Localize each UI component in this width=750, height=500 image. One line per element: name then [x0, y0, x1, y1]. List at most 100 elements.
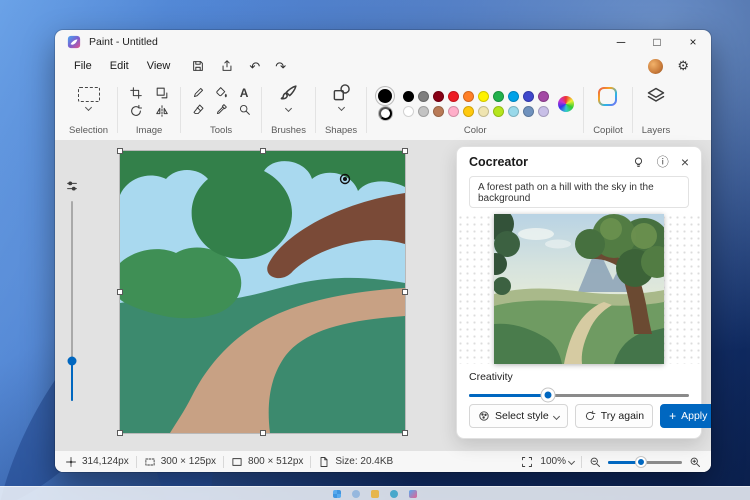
resize-button[interactable] — [153, 86, 171, 100]
maximize-button[interactable]: □ — [639, 30, 675, 54]
selection-handle[interactable] — [402, 430, 408, 436]
taskbar[interactable] — [0, 486, 750, 500]
color-swatch[interactable] — [508, 106, 519, 117]
minimize-button[interactable]: ─ — [603, 30, 639, 54]
settings-gear-icon[interactable]: ⚙ — [677, 58, 689, 74]
selection-size-value: 300 × 125px — [161, 456, 216, 467]
try-again-button[interactable]: Try again — [575, 404, 653, 428]
apply-button[interactable]: + Apply — [660, 404, 711, 428]
prompt-input[interactable]: A forest path on a hill with the sky in … — [469, 176, 689, 208]
taskbar-start-icon[interactable] — [333, 490, 341, 498]
color-swatch[interactable] — [403, 106, 414, 117]
menu-edit[interactable]: Edit — [101, 57, 138, 75]
selection-handle[interactable] — [117, 430, 123, 436]
color-swatch[interactable] — [448, 106, 459, 117]
flip-button[interactable] — [153, 104, 171, 118]
selection-handle[interactable] — [260, 430, 266, 436]
color-swatch[interactable] — [493, 91, 504, 102]
color-swatch[interactable] — [448, 91, 459, 102]
zoom-level-dropdown[interactable]: 100% — [540, 456, 574, 467]
color-swatch[interactable] — [463, 106, 474, 117]
taskbar-edge-icon[interactable] — [390, 490, 398, 498]
eraser-tool[interactable] — [190, 103, 206, 116]
brush-icon — [279, 83, 299, 103]
lightbulb-icon[interactable] — [632, 156, 645, 169]
account-avatar[interactable] — [648, 59, 663, 74]
color-swatch[interactable] — [433, 106, 444, 117]
rotate-button[interactable] — [127, 104, 145, 118]
color-swatch[interactable] — [538, 106, 549, 117]
color-swatch[interactable] — [433, 91, 444, 102]
selection-handle[interactable] — [402, 289, 408, 295]
pencil-tool[interactable] — [190, 86, 206, 99]
selection-tool-button[interactable] — [78, 83, 100, 110]
color-swatch[interactable] — [478, 91, 489, 102]
creativity-thumb-pos — [548, 395, 561, 408]
selection-size: 300 × 125px — [144, 456, 216, 468]
brushes-button[interactable] — [279, 83, 299, 111]
brush-size-slider[interactable] — [63, 179, 81, 405]
cocreator-header-icons: ⓘ × — [632, 155, 689, 169]
share-button[interactable] — [220, 59, 234, 73]
background-color[interactable] — [379, 107, 392, 120]
generated-image[interactable] — [494, 214, 664, 364]
cursor-position-value: 314,124px — [82, 456, 129, 467]
color-swatch[interactable] — [523, 91, 534, 102]
selection-handle[interactable] — [117, 148, 123, 154]
color-swatch[interactable] — [403, 91, 414, 102]
redo-button[interactable]: ↷ — [275, 60, 286, 73]
color-swatch[interactable] — [523, 106, 534, 117]
zoom-out-button[interactable] — [589, 456, 601, 468]
magnifier-tool[interactable] — [236, 103, 252, 116]
info-icon[interactable]: ⓘ — [657, 156, 669, 168]
selection-handle[interactable] — [117, 289, 123, 295]
eyedropper-tool[interactable] — [213, 103, 229, 116]
taskbar-paint-icon[interactable] — [409, 490, 417, 498]
foreground-color[interactable] — [376, 87, 394, 105]
copilot-button[interactable] — [598, 83, 617, 106]
slider-thumb[interactable] — [68, 357, 77, 366]
creativity-slider[interactable] — [469, 389, 689, 395]
selection-handle[interactable] — [402, 148, 408, 154]
menu-file[interactable]: File — [65, 57, 101, 75]
color-swatch[interactable] — [538, 91, 549, 102]
ribbon-divider — [315, 87, 316, 133]
slider-fill — [71, 361, 73, 401]
close-button[interactable]: × — [675, 30, 711, 54]
color-swatch[interactable] — [418, 106, 429, 117]
shapes-button[interactable] — [332, 83, 351, 110]
taskbar-search-icon[interactable] — [352, 490, 360, 498]
text-tool[interactable]: A — [236, 86, 252, 99]
color-swatch[interactable] — [418, 91, 429, 102]
zoom-slider-thumb[interactable] — [636, 457, 646, 467]
undo-button[interactable]: ↶ — [249, 60, 260, 73]
ribbon-group-shapes: Shapes — [317, 80, 365, 140]
fill-bucket-tool[interactable] — [213, 86, 229, 99]
slider-track[interactable] — [71, 201, 73, 401]
drawing-canvas[interactable] — [120, 151, 405, 433]
edit-colors-wheel-icon[interactable] — [558, 96, 574, 112]
zoom-slider[interactable] — [608, 456, 682, 468]
crop-button[interactable] — [127, 86, 145, 100]
color-swatch[interactable] — [508, 91, 519, 102]
menu-view[interactable]: View — [138, 57, 180, 75]
color-swatch[interactable] — [463, 91, 474, 102]
ribbon-group-copilot: Copilot — [585, 80, 631, 140]
color-swatch[interactable] — [478, 106, 489, 117]
palette-row1 — [403, 91, 549, 102]
creativity-thumb[interactable] — [542, 389, 555, 402]
color-swatch[interactable] — [493, 106, 504, 117]
ribbon-label-selection: Selection — [69, 125, 108, 138]
selection-handle[interactable] — [260, 148, 266, 154]
zoom-in-button[interactable] — [689, 456, 701, 468]
creativity-label: Creativity — [469, 371, 689, 383]
zoom-in-icon — [689, 456, 701, 468]
close-panel-icon[interactable]: × — [681, 155, 689, 169]
save-button[interactable] — [191, 59, 205, 73]
fit-to-screen-button[interactable] — [521, 456, 533, 468]
taskbar-explorer-icon[interactable] — [371, 490, 379, 498]
art-bush — [120, 247, 241, 318]
zoom-level-value: 100% — [540, 456, 566, 467]
apply-label: Apply — [681, 410, 707, 422]
layers-button[interactable] — [646, 83, 666, 106]
